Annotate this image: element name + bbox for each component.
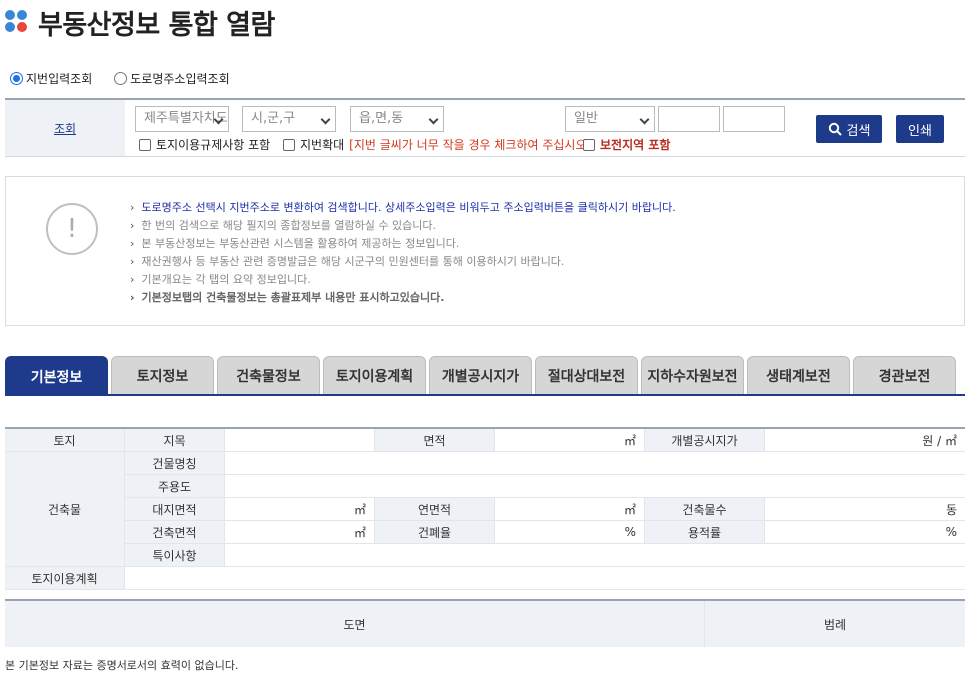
- bldg-area-value: ㎡: [225, 521, 375, 543]
- tab-ecosystem[interactable]: 생태계보전: [747, 356, 850, 394]
- notice-item: 기본개요는 각 탭의 요약 정보입니다.: [130, 271, 676, 289]
- radio-jibun-indicator[interactable]: [10, 72, 23, 85]
- page-title: 부동산정보 통합 열람: [38, 9, 275, 41]
- notice-item: 재산권행사 등 부동산 관련 증명발급은 해당 시군구의 민원센터를 통해 이용…: [130, 253, 676, 271]
- disclaimer: 본 기본정보 자료는 증명서로서의 효력이 없습니다.: [5, 659, 239, 672]
- site-area-value: ㎡: [225, 498, 375, 520]
- far-header: 용적률: [645, 521, 765, 543]
- landuse-checkbox[interactable]: 토지이용규제사항 포함: [139, 136, 270, 153]
- table-row: 토지 지목 면적 ㎡ 개별공시지가 원 / ㎡: [5, 429, 965, 452]
- chevron-down-icon: [320, 114, 331, 125]
- coverage-value: %: [495, 521, 645, 543]
- eupmyeondong-select[interactable]: 읍,면,동: [350, 106, 444, 132]
- total-area-header: 연면적: [375, 498, 495, 520]
- bldg-count-header: 건축물수: [645, 498, 765, 520]
- bubun-input[interactable]: [723, 106, 785, 132]
- preserve-checkbox[interactable]: 보전지역 포함: [583, 136, 670, 153]
- main-use-header: 주용도: [125, 475, 225, 497]
- enlarge-hint: [지번 글씨가 너무 작을 경우 체크하여 주십시오]: [349, 138, 592, 152]
- chevron-down-icon: [639, 114, 650, 125]
- radio-road-address[interactable]: 도로명주소입력조회: [114, 70, 230, 87]
- tab-land-use-plan[interactable]: 토지이용계획: [323, 356, 426, 394]
- far-value: %: [945, 525, 957, 539]
- area-value: ㎡: [495, 429, 645, 451]
- search-panel: 조회 제주특별자치도 시,군,구 읍,면,동 일반 토지이용규제사항 포함 지번…: [5, 98, 965, 157]
- tab-groundwater[interactable]: 지하수자원보전: [641, 356, 744, 394]
- site-area-header: 대지면적: [125, 498, 225, 520]
- search-label: 조회: [5, 100, 125, 156]
- table-row: 토지이용계획: [5, 567, 965, 590]
- tab-bar: 기본정보 토지정보 건축물정보 토지이용계획 개별공시지가 절대상대보전 지하수…: [5, 356, 965, 396]
- tab-landscape[interactable]: 경관보전: [853, 356, 956, 394]
- price-header: 개별공시지가: [645, 429, 765, 451]
- table-row: 주용도: [125, 475, 965, 498]
- area-header: 면적: [375, 429, 495, 451]
- special-header: 특이사항: [125, 544, 225, 566]
- bldg-name-header: 건물명칭: [125, 452, 225, 474]
- notice-item: 한 번의 검색으로 해당 필지의 종합정보를 열람하실 수 있습니다.: [130, 217, 676, 235]
- notice-item: 기본정보탭의 건축물정보는 총괄표제부 내용만 표시하고있습니다.: [130, 289, 676, 307]
- special-value: [225, 544, 965, 566]
- table-row: 특이사항: [125, 544, 965, 567]
- logo-dots-icon: [4, 9, 30, 35]
- chevron-down-icon: [428, 114, 439, 125]
- table-row: 건물명칭: [125, 452, 965, 475]
- bldg-count-value: 동: [945, 502, 957, 517]
- notice-item: 도로명주소 선택시 지번주소로 변환하여 검색합니다. 상세주소입력은 비워두고…: [130, 199, 675, 217]
- search-mode-radios: 지번입력조회 도로명주소입력조회: [10, 70, 230, 87]
- jimok-value: [225, 429, 375, 451]
- land-header: 토지: [5, 429, 125, 451]
- bldg-name-value: [225, 452, 965, 474]
- price-value: 원 / ㎡: [922, 433, 957, 448]
- exclamation-icon: !: [46, 203, 98, 255]
- tab-land-price[interactable]: 개별공시지가: [429, 356, 532, 394]
- bonbun-input[interactable]: [658, 106, 720, 132]
- legend-area: [705, 601, 965, 647]
- notice-list: 도로명주소 선택시 지번주소로 변환하여 검색합니다. 상세주소입력은 비워두고…: [130, 199, 676, 307]
- notice-item: 본 부동산정보는 부동산관련 시스템을 활용하여 제공하는 정보입니다.: [130, 235, 676, 253]
- search-icon: [828, 122, 842, 136]
- drawing-area: [5, 601, 705, 647]
- preserve-checkbox-box[interactable]: [583, 138, 595, 151]
- coverage-header: 건폐율: [375, 521, 495, 543]
- jimok-header: 지목: [125, 429, 225, 451]
- land-use-plan-header: 토지이용계획: [5, 567, 125, 589]
- main-use-value: [225, 475, 965, 497]
- sido-select[interactable]: 제주특별자치도: [135, 106, 229, 132]
- sigungu-select[interactable]: 시,군,구: [242, 106, 336, 132]
- notice-box: ! 도로명주소 선택시 지번주소로 변환하여 검색합니다. 상세주소입력은 비워…: [5, 176, 965, 326]
- tab-land-info[interactable]: 토지정보: [111, 356, 214, 394]
- enlarge-checkbox[interactable]: 지번확대 [지번 글씨가 너무 작을 경우 체크하여 주십시오]: [283, 136, 591, 153]
- tab-absolute-relative[interactable]: 절대상대보전: [535, 356, 638, 394]
- land-use-plan-value: [125, 567, 965, 589]
- tab-basic-info[interactable]: 기본정보: [5, 356, 108, 396]
- print-button[interactable]: 인쇄: [896, 115, 944, 143]
- table-row: [5, 601, 965, 648]
- search-button[interactable]: 검색: [816, 115, 882, 143]
- landuse-checkbox-box[interactable]: [139, 138, 151, 151]
- enlarge-checkbox-box[interactable]: [283, 138, 295, 151]
- tab-building-info[interactable]: 건축물정보: [217, 356, 320, 394]
- table-row: 대지면적 ㎡ 연면적 ㎡ 건축물수 동: [125, 498, 965, 521]
- land-type-select[interactable]: 일반: [565, 106, 655, 132]
- table-row: 건축면적 ㎡ 건폐율 % 용적률 %: [125, 521, 965, 544]
- radio-jibun[interactable]: 지번입력조회: [10, 70, 92, 87]
- building-header: 건축물: [5, 452, 125, 567]
- total-area-value: ㎡: [495, 498, 645, 520]
- basic-info-table: 토지 지목 면적 ㎡ 개별공시지가 원 / ㎡ 건축물 건물명칭 주용도 대지면…: [5, 427, 965, 590]
- page-header: 부동산정보 통합 열람: [4, 4, 275, 41]
- map-table: 도면 범례: [5, 599, 965, 647]
- bldg-area-header: 건축면적: [125, 521, 225, 543]
- radio-road-indicator[interactable]: [114, 72, 128, 85]
